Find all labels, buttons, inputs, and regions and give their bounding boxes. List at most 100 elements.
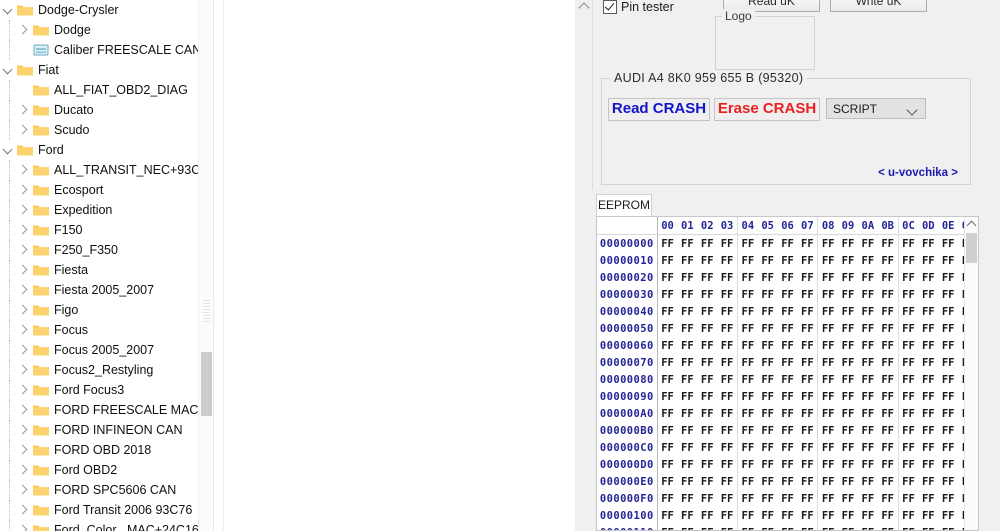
hex-byte[interactable]: FF <box>697 286 717 303</box>
hex-byte[interactable]: FF <box>677 354 697 371</box>
hex-byte[interactable]: FF <box>878 473 898 490</box>
hex-byte[interactable]: FF <box>778 507 798 524</box>
hex-byte[interactable]: FF <box>677 371 697 388</box>
hex-byte[interactable]: FF <box>677 456 697 473</box>
hex-byte[interactable]: FF <box>778 269 798 286</box>
hex-byte[interactable]: FF <box>656 473 678 490</box>
hex-byte[interactable]: FF <box>656 252 678 269</box>
hex-byte[interactable]: FF <box>736 303 758 320</box>
chevron-right-icon[interactable] <box>16 500 32 520</box>
hex-byte[interactable]: FF <box>878 252 898 269</box>
hex-byte[interactable]: FF <box>736 507 758 524</box>
hex-byte[interactable]: FF <box>758 337 778 354</box>
hex-byte[interactable]: FF <box>838 269 858 286</box>
hex-byte[interactable]: FF <box>918 269 938 286</box>
hex-byte[interactable]: FF <box>677 252 697 269</box>
hex-row[interactable]: 000000A0FFFFFFFFFFFFFFFFFFFFFFFFFFFFFFFF <box>597 405 978 422</box>
hex-vertical-scrollbar[interactable] <box>964 217 978 530</box>
hex-row[interactable]: 00000050FFFFFFFFFFFFFFFFFFFFFFFFFFFFFFFF <box>597 320 978 337</box>
hex-byte[interactable]: FF <box>918 320 938 337</box>
hex-byte[interactable]: FF <box>797 405 817 422</box>
hex-byte[interactable]: FF <box>717 507 737 524</box>
tree-item-f250-f350[interactable]: F250_F350 <box>0 240 213 260</box>
hex-byte[interactable]: FF <box>817 303 839 320</box>
hex-byte[interactable]: FF <box>918 422 938 439</box>
hex-byte[interactable]: FF <box>938 405 958 422</box>
hex-byte[interactable]: FF <box>736 422 758 439</box>
chevron-right-icon[interactable] <box>16 200 32 220</box>
hex-byte[interactable]: FF <box>797 524 817 531</box>
tree-item-ford-color-mac-24c16[interactable]: Ford_Color_ MAC+24C16 <box>0 520 213 531</box>
hex-byte[interactable]: FF <box>778 354 798 371</box>
hex-byte[interactable]: FF <box>677 337 697 354</box>
hex-byte[interactable]: FF <box>878 337 898 354</box>
hex-byte[interactable]: FF <box>878 405 898 422</box>
hex-byte[interactable]: FF <box>758 439 778 456</box>
tree-item-caliber-freescale-can-ipr[interactable]: Caliber FREESCALE CAN.ipr <box>0 40 213 60</box>
hex-byte[interactable]: FF <box>758 320 778 337</box>
hex-byte[interactable]: FF <box>938 371 958 388</box>
hex-byte[interactable]: FF <box>797 422 817 439</box>
hex-byte[interactable]: FF <box>838 507 858 524</box>
hex-byte[interactable]: FF <box>938 388 958 405</box>
hex-byte[interactable]: FF <box>677 422 697 439</box>
hex-byte[interactable]: FF <box>656 405 678 422</box>
hex-byte[interactable]: FF <box>697 252 717 269</box>
hex-row[interactable]: 00000030FFFFFFFFFFFFFFFFFFFFFFFFFFFFFFFF <box>597 286 978 303</box>
hex-byte[interactable]: FF <box>736 405 758 422</box>
tree-item-ducato[interactable]: Ducato <box>0 100 213 120</box>
hex-byte[interactable]: FF <box>858 269 878 286</box>
hex-byte[interactable]: FF <box>677 286 697 303</box>
hex-byte[interactable]: FF <box>858 456 878 473</box>
tree-splitter-grip[interactable] <box>203 300 210 322</box>
hex-byte[interactable]: FF <box>778 490 798 507</box>
hex-byte[interactable]: FF <box>878 371 898 388</box>
hex-byte[interactable]: FF <box>817 405 839 422</box>
hex-byte[interactable]: FF <box>897 337 919 354</box>
hex-byte[interactable]: FF <box>656 388 678 405</box>
hex-byte[interactable]: FF <box>677 388 697 405</box>
tree-item-ecosport[interactable]: Ecosport <box>0 180 213 200</box>
chevron-down-icon[interactable] <box>0 0 16 20</box>
hex-byte[interactable]: FF <box>878 439 898 456</box>
hex-byte[interactable]: FF <box>838 371 858 388</box>
hex-byte[interactable]: FF <box>677 524 697 531</box>
hex-byte[interactable]: FF <box>797 371 817 388</box>
hex-byte[interactable]: FF <box>736 252 758 269</box>
hex-byte[interactable]: FF <box>717 490 737 507</box>
hex-byte[interactable]: FF <box>797 320 817 337</box>
hex-byte[interactable]: FF <box>758 490 778 507</box>
hex-byte[interactable]: FF <box>656 456 678 473</box>
tree-item-scudo[interactable]: Scudo <box>0 120 213 140</box>
hex-byte[interactable]: FF <box>677 235 697 253</box>
hex-byte[interactable]: FF <box>817 456 839 473</box>
hex-byte[interactable]: FF <box>838 456 858 473</box>
tab-eeprom[interactable]: EEPROM <box>596 194 652 217</box>
hex-byte[interactable]: FF <box>758 252 778 269</box>
hex-byte[interactable]: FF <box>778 286 798 303</box>
tree-item-focus2-restyling[interactable]: Focus2_Restyling <box>0 360 213 380</box>
hex-row[interactable]: 00000070FFFFFFFFFFFFFFFFFFFFFFFFFFFFFFFF <box>597 354 978 371</box>
tree-item-ford-freescale-mac-can[interactable]: FORD FREESCALE MAC CAN <box>0 400 213 420</box>
read-crash-button[interactable]: Read CRASH <box>608 98 710 121</box>
hex-byte[interactable]: FF <box>838 405 858 422</box>
hex-byte[interactable]: FF <box>697 337 717 354</box>
hex-byte[interactable]: FF <box>878 490 898 507</box>
hex-byte[interactable]: FF <box>656 422 678 439</box>
chevron-down-icon[interactable] <box>0 60 16 80</box>
hex-byte[interactable]: FF <box>938 456 958 473</box>
hex-byte[interactable]: FF <box>758 473 778 490</box>
chevron-down-icon[interactable] <box>0 140 16 160</box>
hex-byte[interactable]: FF <box>878 235 898 253</box>
chevron-right-icon[interactable] <box>16 420 32 440</box>
hex-byte[interactable]: FF <box>817 354 839 371</box>
hex-byte[interactable]: FF <box>758 286 778 303</box>
hex-byte[interactable]: FF <box>677 405 697 422</box>
chevron-right-icon[interactable] <box>16 100 32 120</box>
hex-byte[interactable]: FF <box>736 388 758 405</box>
hex-byte[interactable]: FF <box>797 507 817 524</box>
hex-byte[interactable]: FF <box>817 490 839 507</box>
hex-byte[interactable]: FF <box>897 507 919 524</box>
hex-byte[interactable]: FF <box>858 252 878 269</box>
hex-byte[interactable]: FF <box>758 405 778 422</box>
